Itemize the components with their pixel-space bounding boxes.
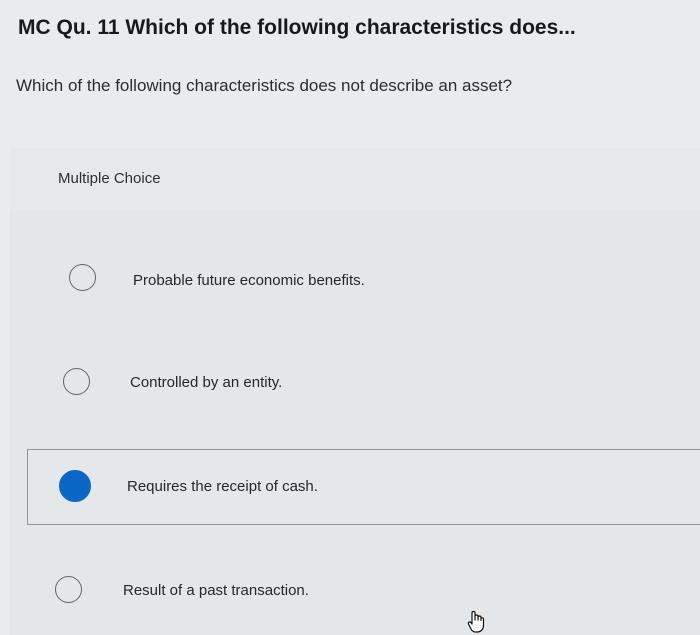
multiple-choice-label: Multiple Choice (58, 170, 161, 187)
radio-button-4[interactable] (55, 576, 82, 603)
radio-button-3-selected[interactable] (59, 470, 91, 502)
radio-button-1[interactable] (69, 264, 96, 291)
choice-option-1[interactable]: Probable future economic benefits. (10, 240, 700, 322)
hand-pointer-icon (467, 610, 485, 633)
choice-option-label: Requires the receipt of cash. (127, 478, 318, 495)
question-title: MC Qu. 11 Which of the following charact… (18, 16, 576, 39)
choice-option-label: Controlled by an entity. (130, 374, 283, 391)
choice-option-2[interactable]: Controlled by an entity. (10, 342, 700, 424)
choice-option-label: Probable future economic benefits. (133, 272, 365, 289)
choice-option-3[interactable]: Requires the receipt of cash. (27, 449, 700, 525)
question-text: Which of the following characteristics d… (16, 76, 513, 95)
choice-option-label: Result of a past transaction. (123, 582, 309, 599)
radio-button-2[interactable] (63, 368, 90, 395)
choice-option-4[interactable]: Result of a past transaction. (10, 552, 700, 634)
